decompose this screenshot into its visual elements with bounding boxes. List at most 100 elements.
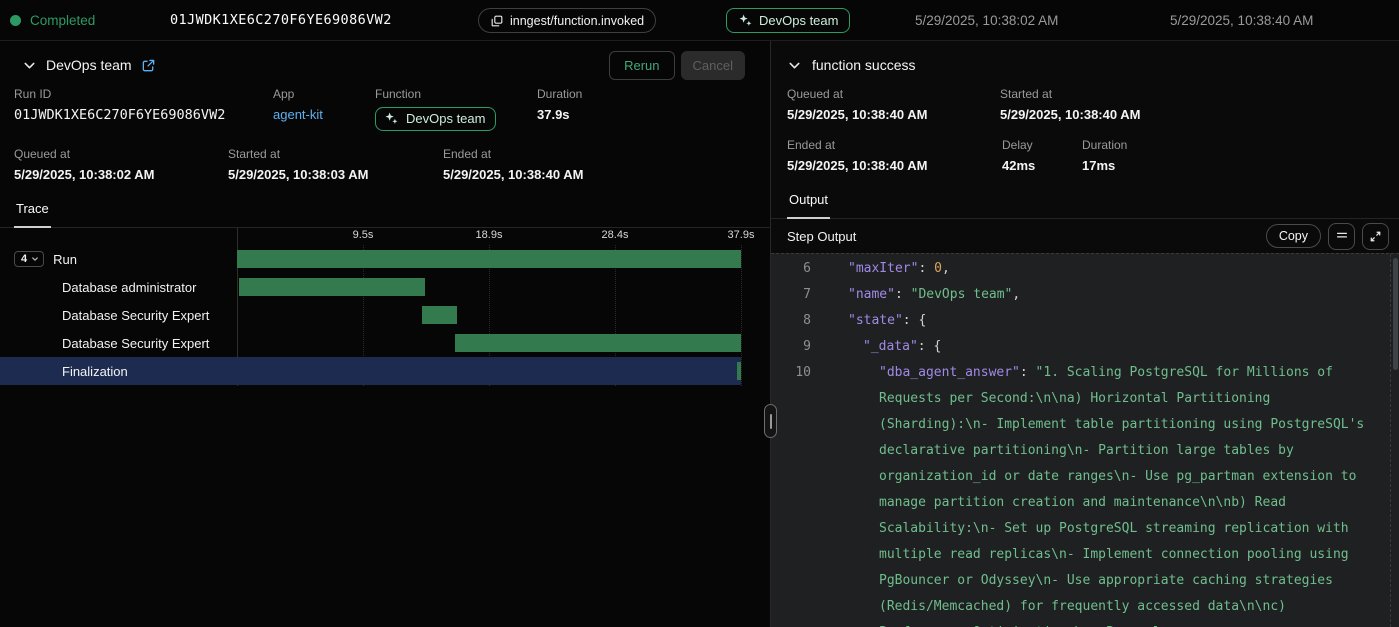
span-bar [422,306,456,324]
started-at-label: Started at [1000,87,1140,101]
top-queued-time: 5/29/2025, 10:38:02 AM [915,0,1058,40]
line-number: 7 [771,282,811,308]
resize-grip-icon [770,414,772,429]
event-copy-icon [490,14,504,28]
ended-at-field: Ended at 5/29/2025, 10:38:40 AM [443,147,583,182]
code-line: 7 "name": "DevOps team", [771,282,1399,308]
function-badge[interactable]: DevOps team [375,107,496,131]
row-label: Run [53,252,77,267]
event-badge[interactable]: inngest/function.invoked [478,8,656,33]
delay-label: Delay [1002,138,1082,152]
ended-at-value: 5/29/2025, 10:38:40 AM [443,167,583,182]
started-at-value: 5/29/2025, 10:38:40 AM [1000,107,1140,122]
queued-at-label: Queued at [787,87,1000,101]
event-badge-label: inngest/function.invoked [510,14,644,28]
tab-output[interactable]: Output [787,192,830,219]
function-field: Function DevOps team [375,87,537,131]
app-label: App [273,87,375,101]
timeline-row-step[interactable]: Database Security Expert [0,329,770,357]
sparkles-icon [738,13,753,28]
external-link-icon[interactable] [141,58,156,73]
top-ended-time: 5/29/2025, 10:38:40 AM [1170,0,1313,40]
step-details-panel: function success Queued at 5/29/2025, 10… [771,41,1399,627]
run-times-grid: Queued at 5/29/2025, 10:38:02 AM Started… [0,147,770,182]
right-tab-bar: Output [771,191,1399,219]
timeline-row-step[interactable]: Database Security Expert [0,301,770,329]
run-status: Completed [10,0,95,40]
app-link[interactable]: agent-kit [273,107,375,122]
step-times-grid-2: Ended at 5/29/2025, 10:38:40 AM Delay 42… [771,138,1399,173]
ended-at-label: Ended at [787,138,1002,152]
top-bar: Completed 01JWDK1XE6C270F6YE69086VW2 inn… [0,0,1399,41]
chevron-down-icon [31,255,39,263]
span-count: 4 [21,253,27,265]
duration-field: Duration 17ms [1082,138,1127,173]
tick-label: 28.4s [602,229,629,241]
line-number: 10 [771,360,811,627]
tick-label: 18.9s [476,229,503,241]
duration-label: Duration [1082,138,1127,152]
step-times-grid-1: Queued at 5/29/2025, 10:38:40 AM Started… [771,87,1399,122]
expand-icon [1369,230,1382,243]
rerun-button[interactable]: Rerun [609,51,674,80]
line-number: 9 [771,334,811,360]
started-at-value: 5/29/2025, 10:38:03 AM [228,167,443,182]
row-label: Finalization [62,364,128,379]
function-badge-top[interactable]: DevOps team [726,8,850,33]
app-field: App agent-kit [273,87,375,122]
sparkles-icon [384,111,399,126]
tab-trace[interactable]: Trace [14,201,51,228]
function-badge-top-label: DevOps team [759,13,838,28]
tick-label: 37.9s [728,229,755,241]
duration-label: Duration [537,87,582,101]
delay-value: 42ms [1002,158,1082,173]
span-bar [737,362,741,380]
span-bar [237,250,741,268]
duration-field: Duration 37.9s [537,87,582,122]
function-label: Function [375,87,537,101]
panel-resize-handle[interactable] [764,404,777,438]
code-line: 8 "state": { [771,308,1399,334]
queued-at-field: Queued at 5/29/2025, 10:38:40 AM [787,87,1000,122]
span-bar [239,278,425,296]
cancel-button: Cancel [681,51,745,80]
code-scrollbar-thumb[interactable] [1393,258,1398,370]
tick-label: 9.5s [353,229,374,241]
wrap-text-button[interactable] [1328,223,1355,250]
started-at-label: Started at [228,147,443,161]
step-output-code[interactable]: 6 "maxIter": 0, 7 "name": "DevOps team",… [771,253,1399,627]
copy-button[interactable]: Copy [1266,224,1321,248]
span-count-dropdown[interactable]: 4 [14,251,44,267]
function-badge-label: DevOps team [406,111,485,126]
line-number: 6 [771,256,811,282]
left-tab-bar: Trace [0,200,770,228]
status-dot-icon [10,15,21,26]
queued-at-value: 5/29/2025, 10:38:40 AM [787,107,1000,122]
timeline-row-step[interactable]: Database administrator [0,273,770,301]
queued-at-field: Queued at 5/29/2025, 10:38:02 AM [14,147,228,182]
expand-button[interactable] [1362,223,1389,250]
chevron-down-icon[interactable] [22,58,37,73]
span-bar [455,334,741,352]
run-header: DevOps team Rerun Cancel [0,41,770,79]
run-info-grid: Run ID 01JWDK1XE6C270F6YE69086VW2 App ag… [0,87,770,131]
step-output-bar: Step Output Copy [771,219,1399,253]
code-scrollbar[interactable] [1390,254,1399,627]
trace-timeline: 9.5s 18.9s 28.4s 37.9s 4 Run [0,228,770,394]
timeline-row-run[interactable]: 4 Run [0,245,770,273]
code-line: 6 "maxIter": 0, [771,256,1399,282]
step-header: function success [771,41,1399,79]
timeline-row-step-selected[interactable]: Finalization [0,357,770,385]
delay-field: Delay 42ms [1002,138,1082,173]
wrap-text-icon [1335,229,1349,243]
row-label: Database administrator [62,280,196,295]
ended-at-field: Ended at 5/29/2025, 10:38:40 AM [787,138,1002,173]
main-split: DevOps team Rerun Cancel Run ID 01JWDK1X… [0,41,1399,627]
chevron-down-icon[interactable] [787,58,802,73]
ended-at-value: 5/29/2025, 10:38:40 AM [787,158,1002,173]
run-id-label: Run ID [14,87,273,101]
run-id-value: 01JWDK1XE6C270F6YE69086VW2 [14,107,273,123]
run-details-panel: DevOps team Rerun Cancel Run ID 01JWDK1X… [0,41,771,627]
row-label: Database Security Expert [62,336,209,351]
timeline-ticks: 9.5s 18.9s 28.4s 37.9s [237,229,741,245]
